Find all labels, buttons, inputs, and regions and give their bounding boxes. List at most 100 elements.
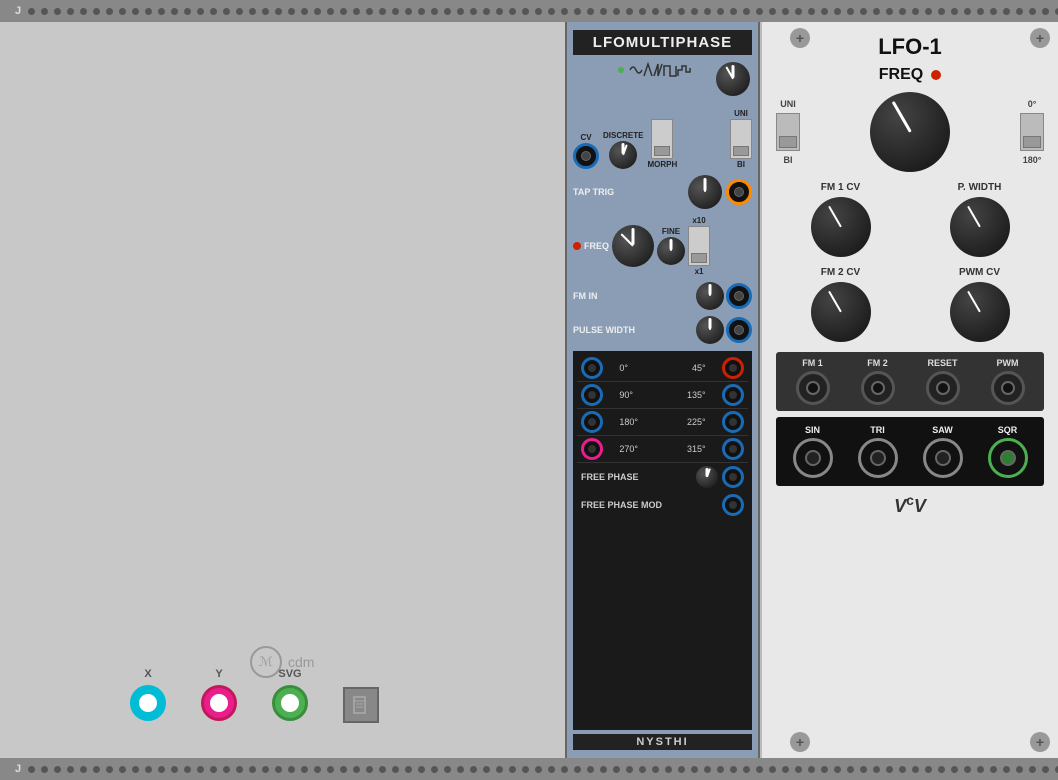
pulse-width-knob[interactable] — [696, 316, 724, 344]
fm1-cv-knob[interactable] — [811, 197, 871, 257]
sqr-output-jack[interactable] — [988, 438, 1028, 478]
dot — [587, 8, 594, 15]
jack-90deg[interactable] — [581, 384, 603, 406]
dot — [795, 8, 802, 15]
svg-jack[interactable] — [272, 685, 308, 721]
right-knob-grid: FM 1 CV P. WIDTH FM 2 CV PWM CV — [776, 182, 1044, 342]
plus-button-bottom-left[interactable]: + — [790, 732, 810, 752]
x-jack[interactable] — [130, 685, 166, 721]
dot — [626, 8, 633, 15]
free-phase-jack[interactable] — [722, 466, 744, 488]
tap-trig-knob-indicator — [704, 178, 706, 192]
fm2-cv-knob[interactable] — [811, 282, 871, 342]
sin-output-jack[interactable] — [793, 438, 833, 478]
free-phase-knob[interactable] — [696, 466, 718, 488]
pulse-width-jack[interactable] — [726, 317, 752, 343]
saw-output-jack[interactable] — [923, 438, 963, 478]
dot — [704, 8, 711, 15]
jack-45deg[interactable] — [722, 357, 744, 379]
free-phase-mod-jack-inner — [729, 501, 737, 509]
pwidth-knob[interactable] — [950, 197, 1010, 257]
dot — [210, 8, 217, 15]
freq-knob[interactable] — [612, 225, 654, 267]
dot — [93, 766, 100, 773]
green-dot — [618, 67, 624, 73]
pwm-input-jack[interactable] — [991, 371, 1025, 405]
dot — [821, 766, 828, 773]
svg-file-button[interactable] — [343, 687, 379, 723]
lfo1-big-knob[interactable] — [870, 92, 950, 172]
dot — [314, 8, 321, 15]
dot — [652, 766, 659, 773]
x-jack-inner — [139, 694, 157, 712]
free-phase-row: FREE PHASE — [577, 463, 748, 491]
tap-trig-jack[interactable] — [726, 179, 752, 205]
dot — [301, 8, 308, 15]
dot — [925, 766, 932, 773]
y-jack-inner — [210, 694, 228, 712]
freq-label: FREQ — [584, 241, 609, 251]
x10-switch[interactable] — [688, 226, 710, 266]
phase-switch[interactable] — [1020, 113, 1044, 151]
free-phase-mod-jack[interactable] — [722, 494, 744, 516]
pwm-cv-knob[interactable] — [950, 282, 1010, 342]
plus-button-top-right[interactable]: + — [1030, 28, 1050, 48]
free-phase-mod-label: FREE PHASE MOD — [581, 500, 718, 510]
label-315deg: 315° — [671, 444, 706, 454]
pulse-width-jack-inner — [734, 325, 744, 335]
jack-270deg[interactable] — [581, 438, 603, 460]
y-jack[interactable] — [201, 685, 237, 721]
fm2-jack-label: FM 2 — [867, 358, 888, 368]
discrete-knob[interactable] — [609, 141, 637, 169]
tri-output-jack[interactable] — [858, 438, 898, 478]
uni-switch[interactable] — [776, 113, 800, 151]
reset-input-jack[interactable] — [926, 371, 960, 405]
fm1-input-jack-inner — [806, 381, 820, 395]
uni-bi-switch[interactable] — [730, 119, 752, 159]
dot — [522, 8, 529, 15]
fm1-input-jack[interactable] — [796, 371, 830, 405]
svg-label: SVG — [278, 668, 301, 680]
jack-0deg[interactable] — [581, 357, 603, 379]
dot — [366, 766, 373, 773]
reset-input-jack-inner — [936, 381, 950, 395]
cv-jack[interactable] — [573, 143, 599, 169]
phase-row-180-225: 180° 225° — [577, 409, 748, 436]
fm-in-jack[interactable] — [726, 283, 752, 309]
morph-switch[interactable] — [651, 119, 673, 159]
vcv-logo-text: V — [894, 496, 906, 516]
dot — [1016, 8, 1023, 15]
wave-shapes-icon — [628, 62, 708, 78]
dot — [106, 766, 113, 773]
dot — [730, 766, 737, 773]
pwm-cv-cell: PWM CV — [915, 267, 1044, 342]
jack-225deg[interactable] — [722, 411, 744, 433]
fm-in-knob[interactable] — [696, 282, 724, 310]
jack-180deg[interactable] — [581, 411, 603, 433]
sqr-output-jack-inner — [1000, 450, 1016, 466]
pwm-input-jack-inner — [1001, 381, 1015, 395]
dot — [93, 8, 100, 15]
dot — [340, 766, 347, 773]
dot — [639, 766, 646, 773]
dot — [327, 8, 334, 15]
jack-135deg[interactable] — [722, 384, 744, 406]
fm2-cv-label: FM 2 CV — [821, 267, 860, 278]
dot — [28, 766, 35, 773]
dot — [600, 8, 607, 15]
bottom-connectors: X Y SVG — [130, 666, 379, 723]
dot — [236, 8, 243, 15]
plus-button-bottom-right[interactable]: + — [1030, 732, 1050, 752]
fine-knob[interactable] — [657, 237, 685, 265]
jack-315deg[interactable] — [722, 438, 744, 460]
plus-button-top-left[interactable]: + — [790, 28, 810, 48]
dot — [678, 766, 685, 773]
pwm-cv-label: PWM CV — [959, 267, 1000, 278]
lfo1-freq-label: FREQ — [879, 66, 923, 84]
fm2-input-jack[interactable] — [861, 371, 895, 405]
label-135deg: 135° — [671, 390, 706, 400]
main-knob[interactable] — [716, 62, 750, 96]
tap-trig-knob[interactable] — [688, 175, 722, 209]
dot — [509, 8, 516, 15]
dot — [171, 8, 178, 15]
